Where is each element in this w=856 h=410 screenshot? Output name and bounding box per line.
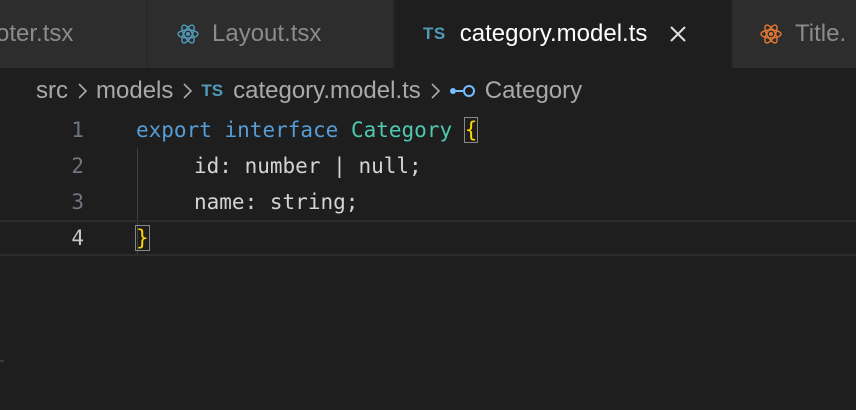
tab-footer[interactable]: oter.tsx bbox=[0, 0, 148, 68]
semicolon-token: ; bbox=[409, 154, 422, 178]
line-number: 1 bbox=[71, 118, 84, 142]
gutter-edge bbox=[0, 360, 4, 362]
code-text: id: number | null; bbox=[194, 148, 422, 184]
colon-token: : bbox=[219, 154, 232, 178]
type-token: number bbox=[244, 154, 321, 178]
semicolon-token: ; bbox=[345, 190, 359, 214]
ts-icon: TS bbox=[423, 24, 446, 43]
react-icon bbox=[759, 22, 783, 46]
chevron-right-icon bbox=[76, 82, 88, 100]
close-icon[interactable] bbox=[667, 23, 689, 45]
property-token: id bbox=[194, 154, 220, 178]
editor-tab-bar: oter.tsx Layout.tsx TS category.model.ts bbox=[0, 0, 856, 68]
code-text: name: string; bbox=[194, 184, 358, 220]
tab-label: oter.tsx bbox=[0, 20, 74, 47]
code-text: } bbox=[135, 222, 150, 254]
code-editor[interactable]: 1 export interface Category { 2 id: numb… bbox=[0, 112, 856, 410]
tab-label: Title. bbox=[795, 20, 847, 47]
breadcrumb-item-symbol[interactable]: Category bbox=[485, 77, 582, 105]
interface-symbol-icon bbox=[449, 82, 477, 100]
tab-layout[interactable]: Layout.tsx bbox=[148, 0, 394, 68]
ts-icon: TS bbox=[201, 81, 224, 100]
keyword-token: export bbox=[136, 118, 212, 142]
type-token: string bbox=[269, 190, 346, 214]
colon-token: : bbox=[244, 190, 258, 214]
keyword-token: interface bbox=[224, 118, 339, 142]
chevron-right-icon bbox=[429, 82, 441, 100]
type-token: null bbox=[358, 154, 410, 178]
chevron-right-icon bbox=[181, 82, 193, 100]
line-number: 3 bbox=[71, 190, 84, 214]
pipe-token: | bbox=[333, 154, 346, 178]
breadcrumb-item-models[interactable]: models bbox=[96, 77, 173, 105]
breadcrumb-item-file[interactable]: category.model.ts bbox=[233, 77, 421, 105]
breadcrumb-item-src[interactable]: src bbox=[36, 77, 68, 105]
line-number: 4 bbox=[71, 226, 84, 250]
property-token: name bbox=[194, 190, 245, 214]
tab-title[interactable]: Title. bbox=[733, 0, 856, 68]
type-name-token: Category bbox=[350, 118, 453, 142]
tab-category-model[interactable]: TS category.model.ts bbox=[395, 0, 732, 68]
code-line[interactable]: 1 export interface Category { bbox=[0, 112, 856, 148]
line-number: 2 bbox=[71, 154, 84, 178]
code-text: export interface Category { bbox=[136, 112, 479, 148]
code-line-current[interactable]: 4 } bbox=[0, 220, 856, 256]
tab-label: Layout.tsx bbox=[212, 20, 322, 47]
react-icon bbox=[176, 22, 200, 46]
open-brace-token: { bbox=[463, 117, 479, 143]
tab-label: category.model.ts bbox=[459, 20, 648, 47]
breadcrumb: src models TS category.model.ts Category bbox=[36, 72, 582, 110]
code-line[interactable]: 3 name: string; bbox=[0, 184, 856, 220]
close-brace-token: } bbox=[135, 225, 150, 251]
code-line[interactable]: 2 id: number | null; bbox=[0, 148, 856, 184]
